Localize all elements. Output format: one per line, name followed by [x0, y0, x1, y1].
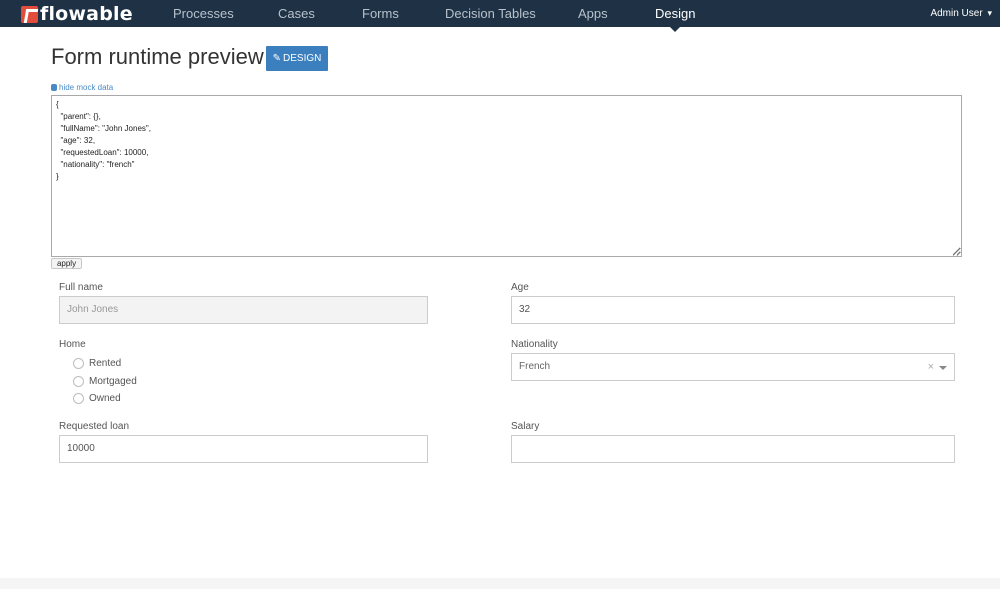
pencil-icon: ✎ — [272, 53, 282, 64]
nav-item-design[interactable]: Design — [655, 0, 695, 32]
footer-bar — [0, 578, 1000, 589]
nav-item-decision-tables[interactable]: Decision Tables — [445, 0, 536, 27]
home-option-mortgaged[interactable]: Mortgaged — [73, 375, 137, 387]
radio-label: Owned — [89, 392, 121, 404]
caret-down-icon[interactable] — [939, 366, 947, 370]
radio-button[interactable] — [73, 392, 84, 404]
salary-label: Salary — [511, 421, 540, 432]
radio-label: Rented — [89, 357, 122, 369]
design-button-label: DESIGN — [283, 53, 322, 64]
nationality-select[interactable]: French × — [511, 353, 955, 381]
full-name-input[interactable]: John Jones — [59, 296, 428, 324]
nationality-label: Nationality — [511, 339, 558, 350]
nav-item-cases[interactable]: Cases — [278, 0, 315, 27]
user-menu[interactable]: Admin User ▾ — [930, 0, 992, 27]
mock-data-textarea[interactable]: { "parent": {}, "fullName": "John Jones"… — [51, 95, 962, 257]
full-name-label: Full name — [59, 282, 103, 293]
radio-label: Mortgaged — [89, 375, 137, 387]
age-input[interactable]: 32 — [511, 296, 955, 324]
design-button[interactable]: ✎ DESIGN — [266, 46, 328, 71]
user-name: Admin User — [930, 8, 983, 19]
home-label: Home — [59, 339, 86, 350]
chevron-down-icon: ▾ — [987, 8, 992, 18]
nationality-value: French — [519, 361, 551, 372]
hide-mock-data-link[interactable]: hide mock data — [51, 83, 113, 92]
apply-button[interactable]: apply — [51, 258, 82, 269]
home-option-owned[interactable]: Owned — [73, 392, 121, 404]
home-option-rented[interactable]: Rented — [73, 357, 121, 369]
nav-item-forms[interactable]: Forms — [362, 0, 399, 27]
requested-loan-label: Requested loan — [59, 421, 130, 432]
radio-button[interactable] — [73, 375, 84, 387]
nav-item-processes[interactable]: Processes — [173, 0, 234, 27]
age-label: Age — [511, 282, 529, 293]
page-title: Form runtime preview — [51, 44, 264, 69]
top-navbar: flowable Processes Cases Forms Decision … — [0, 0, 1000, 32]
flowable-logo-icon — [21, 5, 38, 23]
clear-icon[interactable]: × — [928, 354, 934, 380]
salary-input[interactable] — [511, 435, 955, 463]
nav-item-apps[interactable]: Apps — [578, 0, 608, 27]
flowable-logo[interactable]: flowable — [21, 3, 133, 25]
radio-button[interactable] — [73, 357, 84, 369]
hide-mock-data-label: hide mock data — [59, 83, 114, 92]
logo-text: flowable — [40, 3, 133, 25]
database-icon — [51, 84, 57, 91]
requested-loan-input[interactable]: 10000 — [59, 435, 428, 463]
resize-handle[interactable] — [953, 248, 961, 256]
